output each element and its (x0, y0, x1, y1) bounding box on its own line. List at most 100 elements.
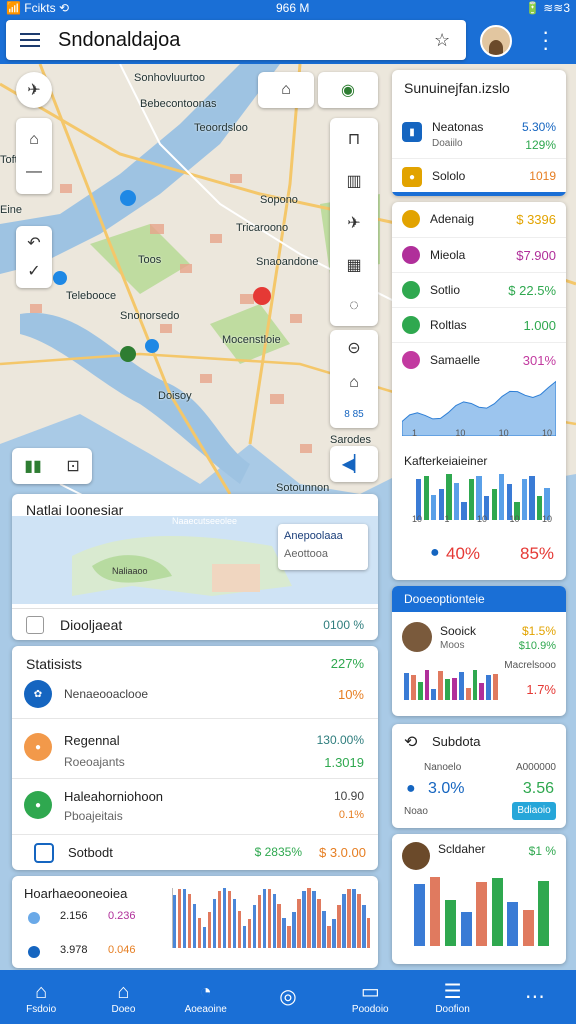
chart-bar (282, 918, 286, 948)
sub-data-value2: 3.56 (522, 780, 554, 797)
chart-bar (277, 904, 281, 948)
list-item[interactable]: ✿ Nenaeooaclooe 10% (12, 678, 378, 712)
histogram-stat: 2.156 (60, 910, 88, 922)
nav-item[interactable]: ◎ (247, 970, 329, 1024)
directions-button[interactable]: ◀▏ (330, 446, 378, 482)
nav-label: Fsdoio (26, 1003, 57, 1015)
chart-bar (362, 904, 366, 948)
nav-icon: ⌂ (35, 980, 48, 1003)
chart-bar (522, 909, 534, 946)
chart-bar (476, 882, 488, 946)
map-mode-switch[interactable]: ▮▮ ⊡ (12, 448, 92, 484)
list-item[interactable]: ▮ Neatonas Doaiilo 5.30% 129% (392, 112, 566, 152)
metric-value: 301% (522, 353, 556, 368)
chart-bar (257, 894, 262, 948)
chart-bar (452, 677, 457, 700)
map-label: Eine (0, 204, 23, 216)
menu-icon[interactable] (20, 33, 40, 47)
profile-value: $1 % (528, 844, 556, 858)
list-item[interactable]: Roltlas 1.000 (392, 307, 566, 341)
zoom-out-icon[interactable]: — (26, 163, 42, 181)
nav-item[interactable]: ⌂ Fsdoio (0, 970, 82, 1024)
metric-label: Adenaig (430, 212, 475, 226)
search-bar[interactable]: Sndonaldajoa ☆ (6, 20, 466, 60)
status-left: 📶 Fcikts ⟲ (6, 1, 69, 15)
popup-title: Anepoolaaa (284, 530, 343, 542)
list-item[interactable]: ● Sololo 1019 (392, 158, 566, 192)
profile-avatar[interactable] (402, 842, 430, 870)
map-label: Sotounnon (276, 482, 330, 494)
more-vert-icon[interactable]: · · · (542, 21, 549, 59)
region-map[interactable]: Naaecutseeolee Naliaaoo Anepoolaaa Aeott… (12, 516, 378, 604)
list-item[interactable]: ● Regennal Roeoajants 130.00% 1.3019 (12, 718, 378, 778)
tag-icon: ● (406, 780, 416, 797)
home-button[interactable]: ⌂ (258, 72, 314, 108)
avatar[interactable] (480, 25, 512, 57)
car-icon[interactable]: ◌ (349, 297, 359, 315)
contact-avatar[interactable] (402, 622, 432, 652)
building-icon[interactable]: ▥ (346, 171, 361, 191)
region-footer[interactable]: Diooljaeat 0100 % (12, 608, 378, 640)
nav-item[interactable]: ⌂ Doeo (82, 970, 164, 1024)
chart-bar (538, 880, 550, 946)
plane-icon[interactable]: ✈ (347, 213, 360, 233)
map-label: Tricaroono (236, 222, 289, 234)
check-icon[interactable]: ✓ (27, 261, 40, 281)
street-icon[interactable]: ▮▮ (24, 456, 42, 476)
map-label: Sonhovluurtoo (134, 72, 205, 84)
chart-bar (486, 674, 492, 700)
metric-value: $7.900 (516, 248, 556, 263)
list-item[interactable]: Adenaig $ 3396 (392, 202, 566, 236)
bus-icon[interactable]: ⊡ (66, 456, 79, 476)
sub-data-card: ⟲ Subdota Nanoelo A000000 ● 3.0% 3.56 No… (392, 724, 566, 828)
chart-bar (187, 893, 192, 948)
list-item[interactable]: Mieola $7.900 (392, 237, 566, 271)
map-label: Doisoy (158, 390, 192, 402)
bell-icon: ● (402, 167, 422, 187)
chart-bar (317, 898, 321, 948)
district-value: 0100 % (323, 618, 364, 632)
list-item[interactable]: Sotlio $ 22.5% (392, 272, 566, 306)
zoom-in-icon[interactable]: ⌂ (29, 131, 39, 149)
chart-bar (472, 670, 478, 700)
location-button[interactable]: ◉ (318, 72, 378, 108)
ruler-icon[interactable]: ⊓ (348, 129, 360, 149)
bar-chart-title: Kafterkeiaieiner (404, 454, 488, 468)
map-label: Teoordsloo (194, 122, 248, 134)
nav-item[interactable]: ◔ Aoeaoine (165, 970, 247, 1024)
chart-bar (458, 671, 464, 700)
zoom-control[interactable]: ⌂ — (16, 118, 52, 194)
map-label: Telebooce (66, 290, 117, 302)
contact-header: Dooeoptionteie (392, 586, 566, 612)
compass-icon: ✈ (27, 82, 41, 99)
map-label: Bebecontoonas (140, 98, 217, 110)
legend-icon (28, 912, 40, 924)
undo-icon[interactable]: ↶ (27, 233, 40, 253)
contact-value3: Macrelsooo (504, 660, 556, 671)
chart-bar (207, 911, 212, 948)
nav-item[interactable]: ☰ Doofion (411, 970, 493, 1024)
contact-value: $1.5% (521, 624, 556, 638)
zoom-panel: ⊝ ⌂ 8 85 (330, 330, 378, 428)
list-item[interactable]: Samaelle 301% (392, 342, 566, 376)
nav-item[interactable]: ⋯ (494, 970, 576, 1024)
nav-label: Doeo (111, 1003, 136, 1015)
pin-icon[interactable]: ☆ (434, 30, 450, 51)
column-chart (414, 876, 554, 946)
nav-item[interactable]: ▭ Poodoio (329, 970, 411, 1024)
summary-row[interactable]: Sotbodt $ 2835% $ 3.0.00 (12, 834, 378, 870)
contact-value2: $10.9% (518, 640, 556, 652)
layer-control[interactable]: ↶ ✓ (16, 226, 52, 288)
mini-bar-chart (404, 670, 500, 700)
city-icon[interactable]: ▦ (346, 255, 361, 275)
list-item[interactable]: ● Haleahorniohoon Pboajeitais 10.90 0.1% (12, 778, 378, 834)
metric-label: Mieola (430, 248, 466, 262)
details-button[interactable]: Bdiaoio (512, 802, 556, 820)
lock-icon[interactable]: ⊝ (347, 338, 360, 358)
metric-label: Sotlio (430, 283, 461, 297)
map-pin-icon[interactable]: ⌂ (349, 374, 359, 392)
chart-bar (491, 878, 503, 946)
compass-button[interactable]: ✈ (16, 72, 52, 108)
map-popup[interactable]: Anepoolaaa Aeottooa (278, 524, 368, 570)
list-item-value: 10% (337, 687, 364, 702)
